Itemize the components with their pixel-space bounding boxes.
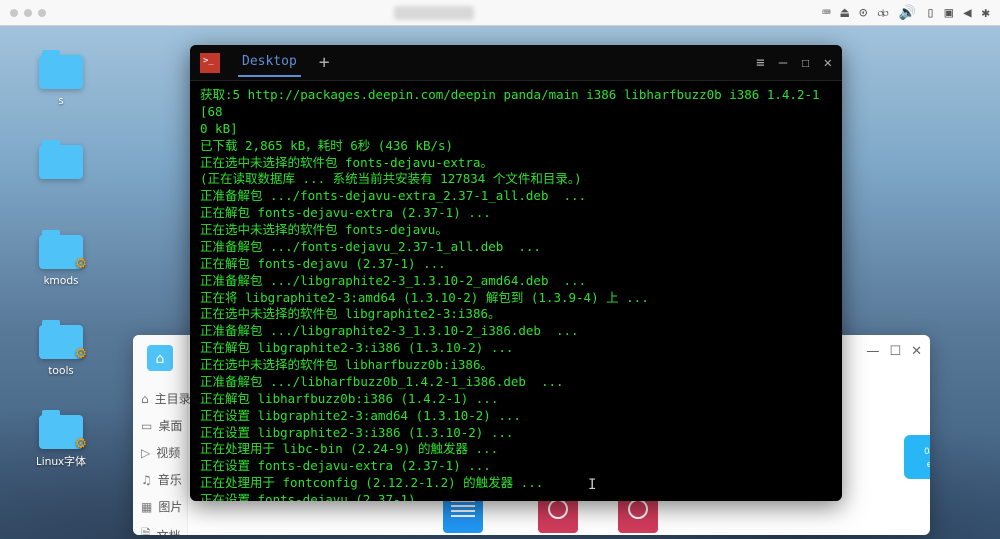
terminal-line: 正在选中未选择的软件包 fonts-dejavu-extra。 bbox=[200, 155, 832, 172]
dot-2 bbox=[24, 9, 32, 17]
terminal-titlebar[interactable]: Desktop + ≡ — ☐ ✕ bbox=[190, 45, 842, 81]
folder-icon bbox=[39, 145, 83, 179]
fm-sidebar-label: 图片 bbox=[158, 498, 182, 515]
terminal-menu-button[interactable]: ≡ bbox=[756, 55, 764, 71]
terminal-minimize-button[interactable]: — bbox=[779, 55, 787, 71]
terminal-line: 正在选中未选择的软件包 libharfbuzz0b:i386。 bbox=[200, 357, 832, 374]
tray-keyboard-icon[interactable]: ⌨ bbox=[822, 5, 830, 21]
terminal-line: 正准备解包 .../libharfbuzz0b_1.4.2-1_i386.deb… bbox=[200, 374, 832, 391]
terminal-app-icon bbox=[200, 53, 220, 73]
fm-sidebar-视频[interactable]: ▷ 视频 bbox=[133, 439, 187, 466]
folder-icon bbox=[39, 55, 83, 89]
fm-sidebar-icon: ▭ bbox=[141, 417, 152, 434]
terminal-line: 正在解包 libgraphite2-3:i386 (1.3.10-2) ... bbox=[200, 340, 832, 357]
terminal-line: 正准备解包 .../libgraphite2-3_1.3.10-2_amd64.… bbox=[200, 273, 832, 290]
desktop-icon-label: kmods bbox=[44, 273, 79, 288]
top-menubar: ⌨ ⏏ ⊙ ⧞ 🔊 ▯ ▣ ◀ ✱ bbox=[0, 0, 1000, 26]
menubar-title-blurred bbox=[394, 6, 474, 20]
terminal-line: 正在设置 fonts-dejavu-extra (2.37-1) ... bbox=[200, 458, 832, 475]
tray-display-icon[interactable]: ▣ bbox=[945, 5, 953, 21]
dot-1 bbox=[10, 9, 18, 17]
tray-battery-icon[interactable]: ▯ bbox=[926, 5, 934, 21]
tray-record-icon[interactable]: ⊙ bbox=[859, 5, 867, 21]
terminal-line: 正在解包 fonts-dejavu-extra (2.37-1) ... bbox=[200, 205, 832, 222]
desktop-folder-unnamed[interactable] bbox=[30, 145, 92, 183]
terminal-line: 正在设置 fonts-dejavu (2.37-1) ... bbox=[200, 492, 832, 501]
text-cursor-icon: I bbox=[588, 477, 596, 493]
desktop-icon-label: Linux字体 bbox=[36, 453, 86, 469]
desktop-folder-tools[interactable]: tools bbox=[30, 325, 92, 378]
terminal-close-button[interactable]: ✕ bbox=[824, 55, 832, 71]
terminal-window[interactable]: Desktop + ≡ — ☐ ✕ 获取:5 http://packages.d… bbox=[190, 45, 842, 501]
terminal-line: 正在处理用于 libc-bin (2.24-9) 的触发器 ... bbox=[200, 441, 832, 458]
desktop-folder-kmods[interactable]: kmods bbox=[30, 235, 92, 288]
terminal-maximize-button[interactable]: ☐ bbox=[801, 55, 809, 71]
fm-sidebar-文档[interactable]: 🗎 文档 bbox=[133, 520, 187, 535]
terminal-line: 正在选中未选择的软件包 fonts-dejavu。 bbox=[200, 222, 832, 239]
tray-volume-icon[interactable]: 🔊 bbox=[899, 5, 916, 21]
fm-sidebar-icon: 🗎 bbox=[141, 525, 151, 535]
fm-sidebar-label: 文档 bbox=[157, 527, 181, 535]
desktop-icon-label: tools bbox=[48, 363, 73, 378]
terminal-line: 已下载 2,865 kB，耗时 6秒 (436 kB/s) bbox=[200, 138, 832, 155]
terminal-line: 正准备解包 .../libgraphite2-3_1.3.10-2_i386.d… bbox=[200, 323, 832, 340]
fm-sidebar-label: 音乐 bbox=[158, 471, 182, 488]
terminal-output[interactable]: 获取:5 http://packages.deepin.com/deepin p… bbox=[190, 81, 842, 501]
terminal-line: 正在设置 libgraphite2-3:i386 (1.3.10-2) ... bbox=[200, 425, 832, 442]
dot-3 bbox=[38, 9, 46, 17]
terminal-line: 正在解包 fonts-dejavu (2.37-1) ... bbox=[200, 256, 832, 273]
terminal-line: 正准备解包 .../fonts-dejavu-extra_2.37-1_all.… bbox=[200, 188, 832, 205]
system-tray[interactable]: ⌨ ⏏ ⊙ ⧞ 🔊 ▯ ▣ ◀ ✱ bbox=[822, 5, 990, 21]
desktop-icon-label: s bbox=[58, 93, 63, 108]
terminal-line: 正在设置 libgraphite2-3:amd64 (1.3.10-2) ... bbox=[200, 408, 832, 425]
folder-icon bbox=[39, 325, 83, 359]
fm-sidebar-音乐[interactable]: ♫ 音乐 bbox=[133, 466, 187, 493]
tray-settings-icon[interactable]: ✱ bbox=[982, 5, 990, 21]
folder-icon bbox=[39, 415, 83, 449]
tray-network-icon[interactable]: ⧞ bbox=[877, 5, 888, 21]
fm-sidebar-label: 桌面 bbox=[158, 417, 182, 434]
desktop-folder-Linux字体[interactable]: Linux字体 bbox=[30, 415, 92, 469]
desktop-folder-s[interactable]: s bbox=[30, 55, 92, 108]
tray-usb-icon[interactable]: ⏏ bbox=[841, 5, 849, 21]
fm-sidebar-桌面[interactable]: ▭ 桌面 bbox=[133, 412, 187, 439]
fm-sidebar-label: 视频 bbox=[156, 444, 180, 461]
terminal-line: 0 kB] bbox=[200, 121, 832, 138]
fm-sidebar-label: 主目录 bbox=[155, 390, 191, 407]
fm-sidebar-icon: ♫ bbox=[141, 471, 152, 488]
terminal-line: 正准备解包 .../fonts-dejavu_2.37-1_all.deb ..… bbox=[200, 239, 832, 256]
file-badge: 042 eb bbox=[904, 435, 930, 479]
file-manager-app-icon: ⌂ bbox=[147, 345, 173, 371]
window-traffic-lights bbox=[10, 9, 46, 17]
terminal-line: 正在选中未选择的软件包 libgraphite2-3:i386。 bbox=[200, 306, 832, 323]
fm-sidebar-icon: ▷ bbox=[141, 444, 150, 461]
terminal-line: 正在处理用于 fontconfig (2.12.2-1.2) 的触发器 ... bbox=[200, 475, 832, 492]
tray-back-icon[interactable]: ◀ bbox=[963, 5, 971, 21]
terminal-line: 正在将 libgraphite2-3:amd64 (1.3.10-2) 解包到 … bbox=[200, 290, 832, 307]
terminal-line: 获取:5 http://packages.deepin.com/deepin p… bbox=[200, 87, 832, 121]
fm-sidebar-icon: ⌂ bbox=[141, 390, 149, 407]
fm-sidebar-icon: ▦ bbox=[141, 498, 152, 515]
terminal-tab-active[interactable]: Desktop bbox=[238, 48, 301, 77]
terminal-line: (正在读取数据库 ... 系统当前共安装有 127834 个文件和目录。) bbox=[200, 171, 832, 188]
terminal-new-tab-button[interactable]: + bbox=[319, 52, 330, 73]
terminal-line: 正在解包 libharfbuzz0b:i386 (1.4.2-1) ... bbox=[200, 391, 832, 408]
fm-sidebar-主目录[interactable]: ⌂ 主目录 bbox=[133, 385, 187, 412]
folder-icon bbox=[39, 235, 83, 269]
fm-sidebar-图片[interactable]: ▦ 图片 bbox=[133, 493, 187, 520]
